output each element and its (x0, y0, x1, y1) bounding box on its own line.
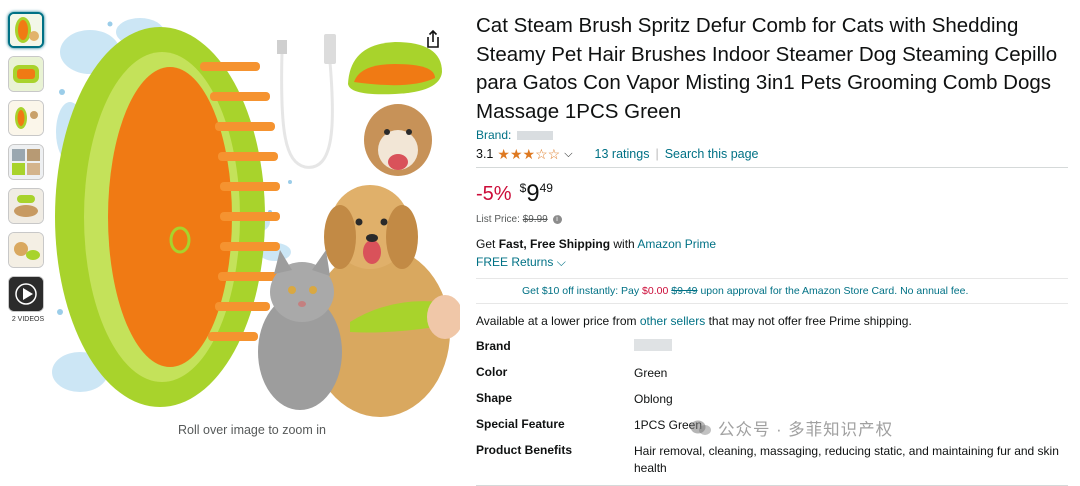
chevron-down-icon[interactable]: ⌵ (564, 148, 572, 161)
list-price-row: List Price: $9.99 i (476, 214, 1076, 225)
thumbnail-strip: 2 VIDEOS (8, 12, 48, 323)
currency-symbol: $ (519, 181, 527, 195)
divider-line (476, 167, 1068, 168)
attribute-row: Shape Oblong (476, 388, 1064, 414)
thumbnail-6[interactable] (8, 232, 44, 268)
ship-prefix: Get (476, 237, 499, 251)
discount-percent: -5% (476, 183, 512, 205)
zoom-hint: Roll over image to zoom in (178, 423, 326, 437)
lower-price-text: Available at a lower price from (476, 314, 640, 328)
thumbnail-5[interactable] (8, 188, 44, 224)
promo-strike-price: $9.49 (671, 285, 698, 297)
product-attributes-table: Brand Color Green Shape Oblong Special F… (476, 336, 1064, 477)
product-details: Cat Steam Brush Spritz Defur Comb for Ca… (476, 12, 1076, 486)
attribute-value: Oblong (634, 392, 673, 406)
other-sellers-link[interactable]: other sellers (640, 314, 705, 328)
info-icon[interactable]: i (552, 214, 562, 224)
list-price-label: List Price: (476, 214, 520, 225)
watermark-text: 公众号 · 多菲知识产权 (718, 421, 894, 439)
price-row: -5% $ 9 49 (476, 180, 1076, 210)
price-fraction: 49 (539, 181, 553, 195)
attribute-key: Brand (476, 339, 511, 353)
attribute-value (634, 336, 1064, 362)
product-title: Cat Steam Brush Spritz Defur Comb for Ca… (476, 14, 1058, 123)
brand-name-redacted (516, 131, 553, 141)
star-full-icon: ★ (522, 145, 536, 162)
shipping-row: Get Fast, Free Shipping with Amazon Prim… (476, 237, 1076, 251)
main-product-image[interactable] (50, 12, 460, 420)
attribute-value: Hair removal, cleaning, massaging, reduc… (634, 444, 1059, 475)
free-returns-link[interactable]: FREE Returns ⌵ (476, 255, 1076, 270)
star-empty-icon: ☆ (535, 145, 548, 162)
list-price-value: $9.99 (522, 214, 548, 225)
videos-label: 2 VIDEOS (11, 316, 45, 323)
star-full-icon: ★ (497, 145, 510, 162)
chevron-down-icon: ⌵ (556, 255, 566, 269)
thumbnail-3[interactable] (8, 100, 44, 136)
attribute-key: Shape (476, 391, 513, 405)
attribute-key: Product Benefits (476, 443, 573, 457)
wechat-icon (690, 420, 711, 435)
attribute-row: Brand (476, 336, 1064, 362)
watermark: 公众号 · 多菲知识产权 (690, 416, 893, 440)
brand-label[interactable]: Brand: (476, 128, 511, 142)
price-whole: 9 (526, 180, 540, 207)
amazon-prime-link[interactable]: Amazon Prime (637, 237, 716, 251)
star-rating[interactable]: ★★★☆☆ (497, 146, 560, 163)
brand-value-redacted (634, 339, 672, 351)
divider: | (655, 147, 659, 161)
thumbnail-2[interactable] (8, 56, 44, 92)
lower-price-text-end: that may not offer free Prime shipping. (705, 314, 912, 328)
free-returns-label[interactable]: FREE Returns (476, 255, 553, 269)
promo-text-end: upon approval for the Amazon Store Card.… (697, 285, 969, 297)
thumbnail-1[interactable] (8, 12, 44, 48)
attribute-key: Color (476, 365, 508, 379)
attribute-row: Color Green (476, 362, 1064, 388)
search-this-page-link[interactable]: Search this page (665, 147, 759, 161)
rating-row: 3.1 ★★★☆☆ ⌵ 13 ratings | Search this pag… (476, 145, 1076, 163)
attribute-key: Special Feature (476, 417, 565, 431)
share-icon[interactable] (422, 28, 444, 50)
promo-price: $0.00 (642, 285, 669, 297)
attribute-value: Green (634, 366, 668, 380)
lower-price-row: Available at a lower price from other se… (476, 314, 1076, 328)
ship-with: with (610, 237, 638, 251)
brand-line[interactable]: Brand: (476, 128, 1076, 142)
promo-text: Get $10 off instantly: Pay (522, 285, 643, 297)
attribute-row: Product Benefits Hair removal, cleaning,… (476, 440, 1064, 477)
store-card-promo[interactable]: Get $10 off instantly: Pay $0.00 $9.49 u… (476, 278, 1068, 304)
rating-value: 3.1 (476, 147, 494, 161)
ratings-count-link[interactable]: 13 ratings (595, 147, 650, 161)
star-empty-icon: ☆ (547, 145, 561, 162)
thumbnail-4[interactable] (8, 144, 44, 180)
star-full-icon: ★ (509, 145, 523, 162)
video-thumbnail[interactable] (8, 276, 44, 312)
ship-bold: Fast, Free Shipping (498, 237, 611, 251)
